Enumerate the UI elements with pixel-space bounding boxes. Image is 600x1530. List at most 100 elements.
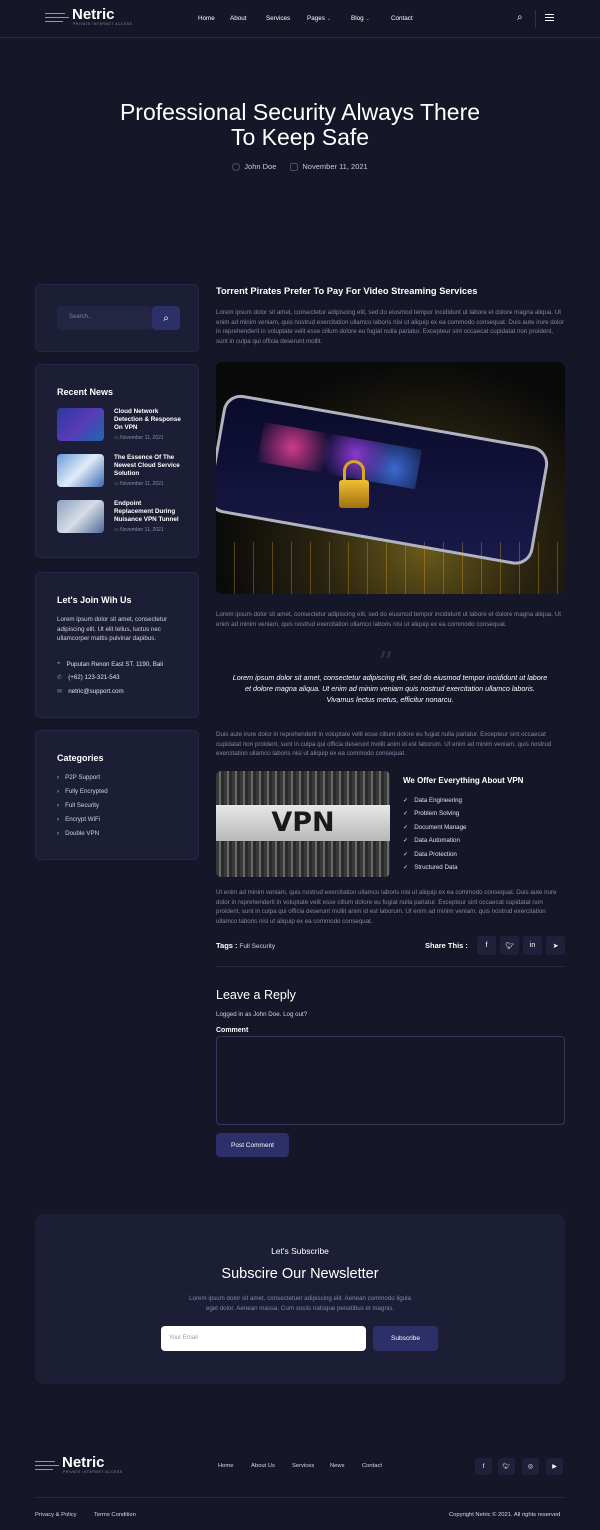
search-submit-button[interactable]: ⌕ [152,306,180,330]
category-item[interactable]: › Full Security [57,802,99,809]
page-title: Professional Security Always There To Ke… [0,100,600,150]
site-header: Netric PRIVATE INTERNET ACCESS Home Abou… [0,0,600,38]
article-paragraph: Lorem ipsum dolor sit amet, consectetur … [216,309,565,345]
footer-nav-about[interactable]: About Us [251,1463,292,1469]
reply-title: Leave a Reply [216,988,296,1002]
privacy-link[interactable]: Privacy & Policy [35,1512,77,1518]
chevron-right-icon: › [57,774,60,781]
phone-icon: ✆ [57,674,63,681]
brand-tagline: PRIVATE INTERNET ACCESS [73,22,133,26]
facebook-icon[interactable]: f [477,936,496,955]
offer-item: ✓ Structured Data [403,864,458,871]
phone-text: (+62) 123-321-543 [68,674,120,681]
user-icon [232,162,241,171]
category-label: Double VPN [65,830,100,837]
category-item[interactable]: › Double VPN [57,830,99,837]
twitter-icon[interactable]: 🐦︎ [498,1458,515,1475]
post-comment-button[interactable]: Post Comment [216,1133,289,1157]
news-title[interactable]: Endpoint Replacement During Nuisance VPN… [114,500,182,524]
offer-label: Structured Data [414,864,458,871]
page-title-line2: To Keep Safe [230,124,370,150]
newsletter-title: Subscire Our Newsletter [221,1266,379,1282]
news-thumbnail [57,500,104,533]
facebook-icon[interactable]: f [475,1458,492,1475]
logo[interactable]: Netric PRIVATE INTERNET ACCESS [45,7,133,26]
contact-phone[interactable]: ✆ (+62) 123-321-543 [57,674,120,681]
newsletter-section: Let's Subscribe Subscire Our Newsletter … [35,1214,565,1384]
header-divider [535,10,536,28]
join-text: Lorem ipsum dolor sit amet, consectetur … [57,616,168,642]
youtube-icon[interactable]: ▶ [546,1458,563,1475]
brand-name: Netric [62,1454,105,1471]
nav-pages[interactable]: Pages ⌄ [307,15,351,22]
nav-contact[interactable]: Contact [391,15,413,22]
post-meta: John Doe November 11, 2021 [0,162,600,171]
nav-services[interactable]: Services [266,15,307,22]
categories-widget: Categories › P2P Support › Fully Encrypted… [35,730,199,860]
nav-blog-label: Blog [351,15,364,22]
news-date-text: November 11, 2021 [120,527,164,533]
news-date: ▭ November 11, 2021 [114,527,182,533]
footer-logo[interactable]: Netric PRIVATE INTERNET ACCESS [35,1454,123,1474]
news-date-text: November 11, 2021 [120,435,164,441]
news-date: ▭ November 11, 2021 [114,481,182,487]
newsletter-email-input[interactable]: Your Email [161,1326,366,1351]
instagram-icon[interactable]: ◎ [522,1458,539,1475]
nav-about[interactable]: About [230,15,256,22]
twitter-icon[interactable]: 🐦︎ [500,936,519,955]
chevron-right-icon: › [57,788,60,795]
category-label: P2P Support [65,774,101,781]
footer-nav-services[interactable]: Services [292,1463,330,1469]
news-title[interactable]: The Essence Of The Newest Cloud Service … [114,454,182,478]
footer-nav-contact[interactable]: Contact [362,1463,382,1469]
offer-item: ✓ Problem Solving [403,810,459,817]
news-item[interactable]: Cloud Network Detection & Response On VP… [57,408,182,441]
terms-link[interactable]: Terms Condition [94,1512,136,1518]
offer-label: Data Protection [414,851,457,858]
copyright-text: Copyright Netric © 2021. All rights rese… [449,1512,561,1518]
news-title[interactable]: Cloud Network Detection & Response On VP… [114,408,182,432]
check-icon: ✓ [403,837,409,844]
sidebar-search-input[interactable]: Search.. [57,306,152,330]
contact-address: ⌖ Puputan Renon East ST. 1190, Bali [57,660,163,668]
logged-in-text[interactable]: Logged in as John Doe. Log out? [216,1011,307,1018]
main-nav: Home About Services Pages ⌄ Blog ⌄ Contact [198,15,413,22]
post-author[interactable]: John Doe [232,162,276,171]
comment-textarea[interactable] [216,1036,565,1125]
subscribe-button[interactable]: Subscribe [373,1326,438,1351]
nav-blog[interactable]: Blog ⌄ [351,15,391,22]
category-item[interactable]: › Fully Encrypted [57,788,108,795]
news-date-text: November 11, 2021 [120,481,164,487]
news-thumbnail [57,454,104,487]
join-widget: Let's Join Wih Us Lorem ipsum dolor sit … [35,572,199,718]
search-icon[interactable]: ⌕ [517,12,523,23]
telegram-icon[interactable]: ➤ [546,936,565,955]
contact-email[interactable]: ✉ netric@support.com [57,688,124,695]
category-item[interactable]: › Encrypt WiFi [57,816,100,823]
offer-item: ✓ Data Protection [403,851,457,858]
check-icon: ✓ [403,864,409,871]
offer-label: Document Manage [414,824,467,831]
menu-icon[interactable] [545,14,554,21]
tags-row: Tags : Full Security [216,941,275,950]
logo-mark-icon [45,8,69,26]
check-icon: ✓ [403,797,409,804]
blockquote: Lorem ipsum dolor sit amet, consectetur … [232,673,548,704]
footer-nav-news[interactable]: News [330,1463,362,1469]
category-label: Encrypt WiFi [65,816,101,823]
tag-link[interactable]: Full Security [239,943,275,950]
newsletter-text-line1: Lorem ipsum dolor sit amet, consectetuer… [189,1295,411,1302]
footer-nav: Home About Us Services News Contact [218,1463,382,1469]
footer-nav-home[interactable]: Home [218,1463,251,1469]
category-item[interactable]: › P2P Support [57,774,100,781]
brand-tagline: PRIVATE INTERNET ACCESS [63,1470,123,1474]
page-title-line1: Professional Security Always There [119,99,481,125]
recent-news-widget: Recent News Cloud Network Detection & Re… [35,364,199,558]
post-author-name: John Doe [244,162,277,171]
category-label: Fully Encrypted [65,788,108,795]
article-paragraph: Lorem ipsum dolor sit amet, consectetur … [216,611,561,628]
news-item[interactable]: The Essence Of The Newest Cloud Service … [57,454,182,487]
vpn-label: VPN [271,807,335,838]
linkedin-icon[interactable]: in [523,936,542,955]
news-item[interactable]: Endpoint Replacement During Nuisance VPN… [57,500,182,533]
